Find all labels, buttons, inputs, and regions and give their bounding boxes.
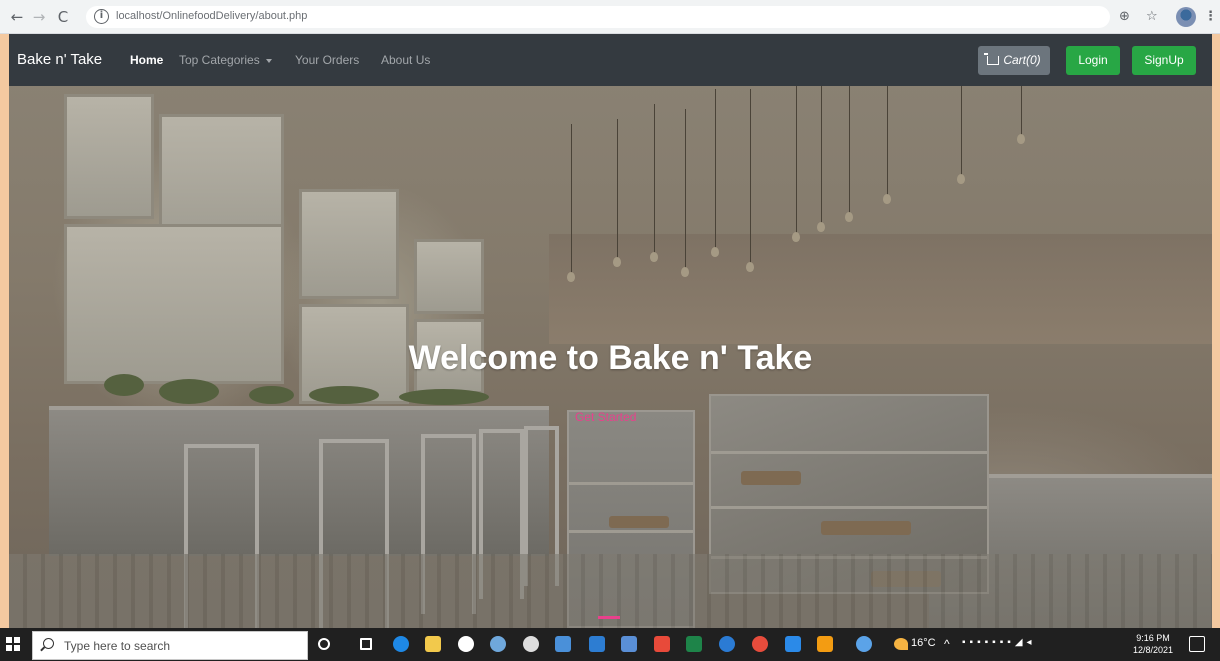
dropdown-caret-icon (265, 58, 272, 63)
office-icon[interactable] (654, 636, 670, 652)
signup-button[interactable]: SignUp (1132, 46, 1196, 75)
taskbar-search-box[interactable]: Type here to search (32, 631, 308, 660)
address-url[interactable]: localhost/OnlinefoodDelivery/about.php (116, 10, 307, 22)
windows-taskbar: Type here to search 16°C ^ ▪▪▪▪▪▪▪◢◂ 9:1… (0, 628, 1220, 661)
windows-start-icon[interactable] (6, 637, 20, 651)
system-tray-icons[interactable]: ▪▪▪▪▪▪▪◢◂ (962, 637, 1036, 648)
screen: ← → C i localhost/OnlinefoodDelivery/abo… (0, 0, 1220, 661)
search-icon (43, 638, 54, 649)
edge-icon[interactable] (393, 636, 409, 652)
login-button[interactable]: Login (1066, 46, 1120, 75)
cart-button-label: Cart(0) (1003, 53, 1041, 67)
window-decor (414, 239, 484, 314)
store-icon[interactable] (589, 636, 605, 652)
nav-top-categories-label: Top Categories (179, 53, 260, 67)
github-icon[interactable] (458, 636, 474, 652)
nav-top-categories[interactable]: Top Categories (179, 53, 272, 67)
reload-icon[interactable]: C (54, 8, 72, 26)
share-icon[interactable]: ⊕ (1119, 9, 1130, 24)
excel-icon[interactable] (686, 636, 702, 652)
app-icon[interactable] (490, 636, 506, 652)
taskbar-clock[interactable]: 9:16 PM 12/8/2021 (1133, 632, 1173, 656)
back-arrow-icon[interactable]: ← (8, 8, 26, 26)
bookmark-star-icon[interactable]: ☆ (1146, 9, 1158, 24)
browser-toolbar: ← → C i localhost/OnlinefoodDelivery/abo… (0, 0, 1220, 34)
site-brand[interactable]: Bake n' Take (17, 51, 102, 68)
hero-background-image (9, 34, 1212, 628)
vscode-icon[interactable] (785, 636, 801, 652)
photos-icon[interactable] (621, 636, 637, 652)
cart-button[interactable]: Cart(0) (978, 46, 1050, 75)
app-icon[interactable] (719, 636, 735, 652)
xampp-icon[interactable] (817, 636, 833, 652)
site-navbar: Bake n' Take Home Top Categories Your Or… (9, 34, 1212, 86)
address-bar[interactable]: i localhost/OnlinefoodDelivery/about.php (86, 6, 1110, 28)
website-viewport: Bake n' Take Home Top Categories Your Or… (9, 34, 1212, 628)
cortana-icon[interactable] (318, 638, 330, 650)
window-decor (299, 189, 399, 299)
cart-icon (984, 53, 1000, 65)
window-decor (64, 94, 154, 219)
file-explorer-icon[interactable] (425, 636, 441, 652)
clock-date: 12/8/2021 (1133, 645, 1174, 655)
nav-about-us[interactable]: About Us (381, 53, 430, 67)
task-view-icon[interactable] (360, 638, 372, 650)
info-icon[interactable]: i (94, 9, 109, 24)
settings-gear-icon[interactable] (523, 636, 539, 652)
app-icon[interactable] (555, 636, 571, 652)
chrome-icon[interactable] (752, 636, 768, 652)
menu-kebab-icon[interactable]: ⋮ (1204, 9, 1217, 24)
weather-icon[interactable] (894, 638, 908, 650)
notification-icon[interactable] (1189, 636, 1205, 652)
back-wall (549, 234, 1212, 344)
taskbar-search-placeholder: Type here to search (64, 639, 171, 653)
nav-home[interactable]: Home (130, 53, 163, 67)
clock-time: 9:16 PM (1136, 633, 1170, 643)
weather-temperature[interactable]: 16°C (911, 637, 936, 649)
chevron-up-icon[interactable]: ^ (944, 637, 950, 651)
hero-title: Welcome to Bake n' Take (408, 339, 813, 377)
help-icon[interactable] (856, 636, 872, 652)
profile-avatar[interactable] (1176, 7, 1196, 27)
carousel-indicator[interactable] (598, 616, 620, 619)
forward-arrow-icon[interactable]: → (30, 8, 48, 26)
get-started-link[interactable]: Get Started (575, 410, 636, 424)
nav-your-orders[interactable]: Your Orders (295, 53, 359, 67)
